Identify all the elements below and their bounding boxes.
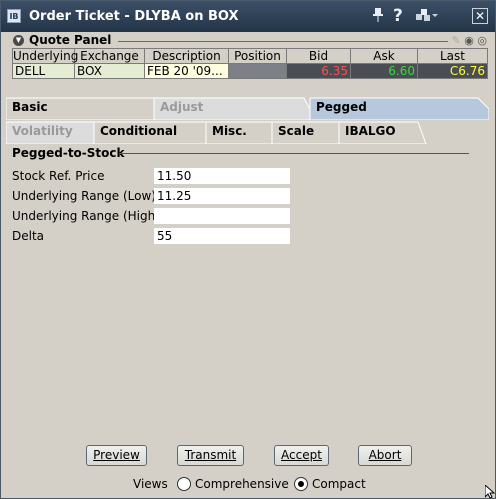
underlying-range-high-input[interactable] — [154, 208, 290, 224]
description-cell[interactable]: FEB 20 '09... — [144, 63, 229, 79]
tab-misc[interactable]: Misc. — [206, 120, 272, 144]
position-cell[interactable] — [228, 63, 287, 79]
close-icon: ✕ — [474, 9, 486, 23]
settings-icon[interactable]: ◎ — [477, 34, 487, 47]
tab-pegged-label: Pegged — [316, 100, 367, 114]
column-header-last[interactable]: Last — [417, 48, 488, 64]
underlying-range-high-label: Underlying Range (High) — [12, 209, 160, 223]
pin-icon[interactable]: ✎ — [452, 34, 461, 47]
column-header-exchange[interactable]: Exchange — [74, 48, 145, 64]
exchange-cell[interactable]: BOX — [74, 63, 145, 79]
collapse-chevron-icon[interactable]: ▼ — [13, 35, 24, 46]
transmit-button[interactable]: Transmit — [177, 445, 244, 466]
compact-radio-label[interactable]: Compact — [312, 477, 366, 491]
tab-basic[interactable]: Basic — [6, 96, 154, 120]
delta-label: Delta — [12, 229, 45, 243]
tab-scale[interactable]: Scale — [272, 120, 339, 144]
column-header-underlying[interactable]: Underlying — [12, 48, 78, 64]
refresh-icon[interactable]: ◉ — [464, 34, 474, 47]
pegged-panel: Pegged-to-Stock Stock Ref. Price Underly… — [6, 144, 489, 434]
stock-ref-price-label: Stock Ref. Price — [12, 169, 105, 183]
column-header-description[interactable]: Description — [144, 48, 229, 64]
compact-radio[interactable] — [294, 477, 308, 491]
tab-volatility[interactable]: Volatility — [6, 120, 94, 144]
underlying-range-low-input[interactable] — [154, 188, 290, 204]
bid-cell[interactable]: 6.35 — [286, 63, 351, 79]
accept-button[interactable]: Accept — [274, 445, 329, 466]
help-icon[interactable]: ? — [393, 7, 403, 25]
abort-button[interactable]: Abort — [358, 445, 412, 466]
tab-basic-label: Basic — [12, 100, 48, 114]
tab-row-main: Basic Adjust Pegged — [6, 96, 489, 120]
quote-row[interactable]: DELL BOX FEB 20 '09... 6.35 6.60 C6.76 — [12, 63, 488, 79]
tab-conditional-label: Conditional — [100, 124, 178, 138]
views-label: Views — [133, 477, 168, 491]
ask-cell[interactable]: 6.60 — [350, 63, 418, 79]
mouse-cursor-icon — [484, 483, 495, 498]
preview-button[interactable]: Preview — [86, 445, 147, 466]
quote-panel-controls: ✎ ◉ ◎ — [452, 34, 487, 47]
tab-conditional[interactable]: Conditional — [94, 120, 206, 144]
column-header-position[interactable]: Position — [228, 48, 287, 64]
pin-icon[interactable] — [372, 7, 384, 27]
close-button[interactable]: ✕ — [472, 8, 488, 24]
underlying-range-low-label: Underlying Range (Low) — [12, 189, 156, 203]
tab-ibalgo-label: IBALGO — [345, 124, 396, 138]
comprehensive-radio-label[interactable]: Comprehensive — [195, 477, 289, 491]
title-bar[interactable]: IB Order Ticket - DLYBA on BOX ? ✕ — [1, 1, 495, 32]
tab-scale-label: Scale — [278, 124, 315, 138]
quote-panel-header: ▼ Quote Panel ✎ ◉ ◎ — [13, 33, 489, 48]
quote-table: Underlying Exchange Description Position… — [12, 48, 488, 79]
order-ticket-window: IB Order Ticket - DLYBA on BOX ? ✕ ▼ Quo… — [0, 0, 496, 499]
last-cell[interactable]: C6.76 — [417, 63, 488, 79]
divider — [118, 41, 448, 42]
stock-ref-price-input[interactable] — [154, 168, 290, 184]
comprehensive-radio[interactable] — [177, 477, 191, 491]
section-title: Pegged-to-Stock — [12, 146, 125, 160]
share-icon[interactable] — [415, 7, 439, 27]
tab-row-secondary: Volatility Conditional Misc. Scale IBALG… — [6, 120, 489, 144]
underlying-cell[interactable]: DELL — [12, 63, 75, 79]
tab-misc-label: Misc. — [212, 124, 247, 138]
column-header-bid[interactable]: Bid — [286, 48, 351, 64]
tab-pegged[interactable]: Pegged — [310, 96, 480, 120]
tab-ibalgo[interactable]: IBALGO — [339, 120, 418, 144]
section-divider — [119, 153, 469, 154]
quote-header-row: Underlying Exchange Description Position… — [12, 48, 488, 64]
delta-input[interactable] — [154, 228, 290, 244]
column-header-ask[interactable]: Ask — [350, 48, 418, 64]
window-title: Order Ticket - DLYBA on BOX — [29, 9, 239, 24]
app-logo-icon: IB — [7, 9, 21, 23]
tab-adjust[interactable]: Adjust — [154, 96, 304, 120]
quote-panel-title: Quote Panel — [29, 33, 112, 47]
tab-adjust-label: Adjust — [160, 100, 204, 114]
tab-volatility-label: Volatility — [12, 124, 73, 138]
